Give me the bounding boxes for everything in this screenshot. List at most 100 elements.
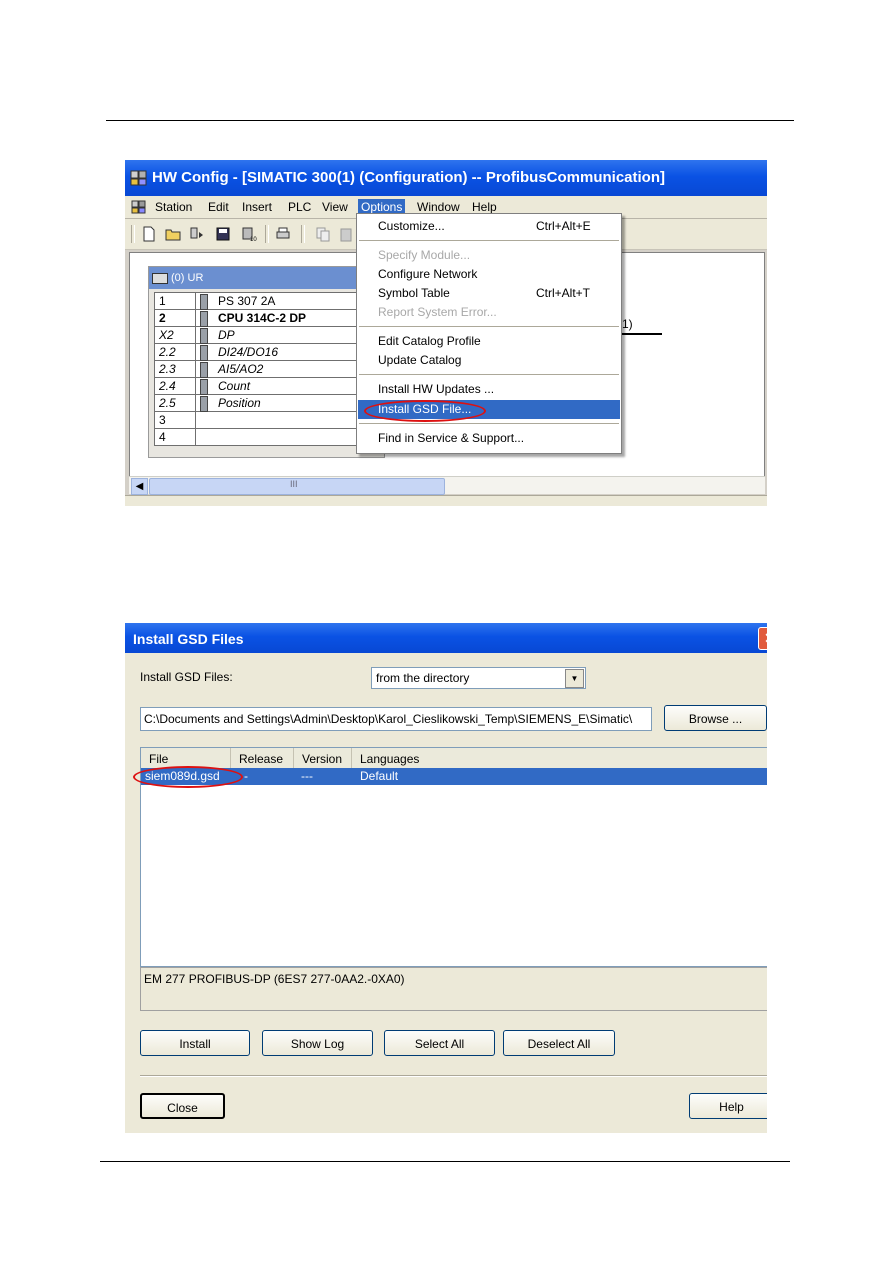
- page-footer-rule: [100, 1161, 790, 1162]
- copy-icon[interactable]: [315, 226, 331, 242]
- menu-item-report-system-error: Report System Error...: [378, 305, 497, 319]
- module-icon: [200, 362, 208, 378]
- help-button[interactable]: Help: [689, 1093, 767, 1119]
- file-languages: Default: [360, 769, 399, 783]
- title-bar: HW Config - [SIMATIC 300(1) (Configurati…: [125, 160, 767, 196]
- document-system-icon[interactable]: [131, 199, 147, 215]
- slot-number: 2.5: [154, 394, 196, 412]
- rack-row[interactable]: 3: [154, 411, 366, 429]
- status-bar: [125, 495, 767, 506]
- module-cell[interactable]: [195, 411, 366, 429]
- station-upload-icon[interactable]: [189, 226, 205, 242]
- print-icon[interactable]: [275, 226, 291, 242]
- rack-row[interactable]: 1 PS 307 2A: [154, 292, 366, 310]
- menu-item-find-in-service-support[interactable]: Find in Service & Support...: [358, 429, 620, 448]
- menu-item-edit-catalog-profile[interactable]: Edit Catalog Profile: [358, 332, 620, 351]
- rack-header: (0) UR: [149, 267, 384, 289]
- hw-config-window: HW Config - [SIMATIC 300(1) (Configurati…: [125, 160, 767, 506]
- toolbar-separator: [301, 225, 305, 243]
- open-icon[interactable]: [165, 226, 181, 242]
- scroll-thumb[interactable]: III: [149, 478, 445, 495]
- module-cell[interactable]: Count: [195, 377, 366, 395]
- directory-path: C:\Documents and Settings\Admin\Desktop\…: [144, 712, 633, 726]
- hw-config-app-icon: [130, 170, 147, 186]
- svg-text:10: 10: [250, 237, 257, 242]
- dialog-title: Install GSD Files: [133, 631, 244, 647]
- save-icon[interactable]: [215, 226, 231, 242]
- menu-separator: [359, 423, 619, 424]
- module-icon: [200, 396, 208, 412]
- slot-number: 2.4: [154, 377, 196, 395]
- menu-item-symbol-table[interactable]: Symbol Table Ctrl+Alt+T: [358, 284, 620, 303]
- rack-row[interactable]: 2.4 Count: [154, 377, 366, 395]
- menu-item-customize[interactable]: Customize... Ctrl+Alt+E: [358, 217, 620, 236]
- menu-item-configure-network[interactable]: Configure Network: [358, 265, 620, 284]
- toolbar-separator: [265, 225, 269, 243]
- close-button[interactable]: Close: [140, 1093, 225, 1119]
- new-icon[interactable]: [141, 226, 157, 242]
- menu-separator: [359, 240, 619, 241]
- file-version: ---: [301, 769, 313, 783]
- menu-item-install-hw-updates[interactable]: Install HW Updates ...: [358, 380, 620, 399]
- module-icon: [200, 294, 208, 310]
- menu-separator: [359, 326, 619, 327]
- module-cell[interactable]: DP: [195, 326, 366, 344]
- module-cell[interactable]: AI5/AO2: [195, 360, 366, 378]
- slot-number: 4: [154, 428, 196, 446]
- source-label: Install GSD Files:: [140, 670, 233, 684]
- directory-path-field[interactable]: C:\Documents and Settings\Admin\Desktop\…: [140, 707, 652, 731]
- menu-edit[interactable]: Edit: [205, 199, 232, 215]
- column-languages[interactable]: Languages: [352, 748, 767, 768]
- horizontal-scrollbar[interactable]: ◀ III: [129, 476, 765, 495]
- slot-number: 1: [154, 292, 196, 310]
- module-cell[interactable]: PS 307 2A: [195, 292, 366, 310]
- install-gsd-dialog: Install GSD Files ✕ Install GSD Files: f…: [125, 623, 767, 1133]
- scroll-left-icon[interactable]: ◀: [131, 478, 148, 495]
- show-log-button[interactable]: Show Log: [262, 1030, 373, 1056]
- close-icon[interactable]: ✕: [758, 627, 767, 650]
- menu-plc[interactable]: PLC: [285, 199, 314, 215]
- profibus-line[interactable]: [622, 333, 662, 335]
- column-release[interactable]: Release: [231, 748, 294, 768]
- menu-separator: [359, 374, 619, 375]
- module-cell[interactable]: DI24/DO16: [195, 343, 366, 361]
- highlight-ellipse: [364, 400, 486, 422]
- description-box: EM 277 PROFIBUS-DP (6ES7 277-0AA2.-0XA0): [140, 967, 767, 1011]
- menu-view[interactable]: View: [319, 199, 351, 215]
- module-name: CPU 314C-2 DP: [218, 311, 307, 325]
- menu-item-update-catalog[interactable]: Update Catalog: [358, 351, 620, 370]
- list-header: File Release Version Languages: [141, 748, 767, 769]
- select-all-button[interactable]: Select All: [384, 1030, 495, 1056]
- rack-row[interactable]: 2.5 Position: [154, 394, 366, 412]
- install-button[interactable]: Install: [140, 1030, 250, 1056]
- scroll-grip: III: [290, 479, 298, 489]
- slot-number: 3: [154, 411, 196, 429]
- browse-button[interactable]: Browse ...: [664, 705, 767, 731]
- network-label: 1): [622, 317, 633, 331]
- rack-row[interactable]: 2.2 DI24/DO16: [154, 343, 366, 361]
- slot-number: 2.3: [154, 360, 196, 378]
- rack-row[interactable]: 2 CPU 314C-2 DP: [154, 309, 366, 327]
- module-icon: [200, 345, 208, 361]
- rack-row[interactable]: 2.3 AI5/AO2: [154, 360, 366, 378]
- module-cell[interactable]: CPU 314C-2 DP: [195, 309, 366, 327]
- rack-slot-table: 1 PS 307 2A 2 CPU 314C-2 DP X2 DP 2.2 DI24/D…: [154, 292, 366, 446]
- highlight-ellipse: [133, 766, 243, 788]
- slot-number: 2: [154, 309, 196, 327]
- chevron-down-icon[interactable]: ▼: [565, 669, 584, 688]
- page-header-rule: [106, 120, 794, 121]
- column-file[interactable]: File: [141, 748, 231, 768]
- source-select[interactable]: from the directory ▼: [371, 667, 586, 689]
- rack-row[interactable]: 4: [154, 428, 366, 446]
- module-cell[interactable]: [195, 428, 366, 446]
- menu-station[interactable]: Station: [152, 199, 195, 215]
- paste-icon[interactable]: [339, 226, 355, 242]
- deselect-all-button[interactable]: Deselect All: [503, 1030, 615, 1056]
- rack-row[interactable]: X2 DP: [154, 326, 366, 344]
- module-cell[interactable]: Position: [195, 394, 366, 412]
- module-name: DI24/DO16: [218, 345, 279, 359]
- compile-icon[interactable]: 10: [241, 226, 257, 242]
- menu-insert[interactable]: Insert: [239, 199, 275, 215]
- rack-window: (0) UR 1 PS 307 2A 2 CPU 314C-2 DP X2 DP 2.…: [148, 266, 385, 458]
- column-version[interactable]: Version: [294, 748, 352, 768]
